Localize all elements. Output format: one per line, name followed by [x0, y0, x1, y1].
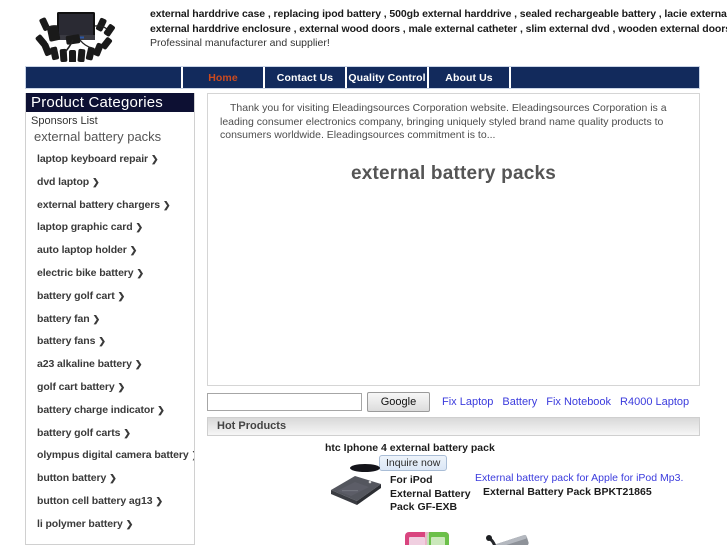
category-label: a23 alkaline battery — [37, 358, 132, 371]
sponsors-list-label: Sponsors List — [31, 115, 98, 127]
chevron-right-icon: ❯ — [123, 427, 131, 438]
sidebar: Product Categories Sponsors List externa… — [25, 93, 195, 545]
logo[interactable] — [0, 0, 150, 62]
site-header: external harddrive case , replacing ipod… — [0, 0, 727, 62]
header-tagline: Professinal manufacturer and supplier! — [150, 37, 330, 49]
sidebar-title: Product Categories — [26, 93, 194, 112]
quick-link-battery[interactable]: Battery — [502, 396, 537, 408]
chevron-right-icon: ❯ — [135, 222, 144, 233]
product-a-name[interactable]: For iPod External Battery Pack GF-EXB — [390, 474, 472, 515]
sidebar-current-category: external battery packs — [34, 129, 162, 144]
chevron-right-icon: ❯ — [136, 267, 145, 278]
sidebar-item-electric-bike-battery[interactable]: electric bike battery ❯ — [26, 262, 194, 285]
main-content: Thank you for visiting Eleadingsources C… — [207, 93, 700, 545]
sidebar-item-dvd-laptop[interactable]: dvd laptop ❯ — [26, 171, 194, 194]
sidebar-item-battery-golf-cart[interactable]: battery golf cart ❯ — [26, 285, 194, 308]
chevron-right-icon: ❯ — [125, 518, 134, 529]
product-thumbnail-packaged-battery-icon[interactable] — [403, 530, 451, 545]
product-b-name[interactable]: External battery pack for Apple for iPod… — [475, 472, 683, 484]
nav-right-filler — [509, 67, 699, 88]
sidebar-item-button-battery[interactable]: button battery ❯ — [26, 467, 194, 490]
keywords-line-1: external harddrive case , replacing ipod… — [150, 8, 727, 20]
nav-left-spacer — [26, 67, 181, 88]
category-label: dvd laptop — [37, 175, 90, 188]
nav-item-contact-us[interactable]: Contact Us — [263, 67, 345, 88]
category-label: battery fan — [37, 312, 90, 325]
search-row: Google Fix Laptop Battery Fix Notebook R… — [207, 391, 700, 413]
chevron-right-icon: ❯ — [155, 495, 163, 506]
category-label: electric bike battery — [37, 266, 134, 279]
category-label: battery golf cart — [37, 289, 115, 302]
chevron-right-icon: ❯ — [151, 154, 159, 164]
category-label: li polymer battery — [37, 517, 123, 530]
category-label: battery fans — [37, 335, 96, 348]
sidebar-item-battery-charge-indicator[interactable]: battery charge indicator ❯ — [26, 399, 194, 422]
category-label: laptop graphic card — [37, 221, 133, 234]
chevron-right-icon: ❯ — [129, 245, 138, 256]
sidebar-item-li-polymer-battery[interactable]: li polymer battery ❯ — [26, 513, 194, 536]
category-list: laptop keyboard repair ❯ dvd laptop ❯ exte… — [26, 148, 194, 544]
product-b-subname[interactable]: External Battery Pack BPKT21865 — [475, 486, 685, 500]
quick-link-fix-laptop[interactable]: Fix Laptop — [442, 396, 493, 408]
category-label: button cell battery ag13 — [37, 494, 153, 507]
google-search-button[interactable]: Google — [367, 392, 430, 412]
intro-text: Thank you for visiting Eleadingsources C… — [220, 102, 667, 141]
sidebar-item-olympus-digital-camera-battery[interactable]: olympus digital camera battery❯ — [26, 444, 194, 467]
category-label: button battery — [37, 472, 107, 485]
chevron-right-icon: ❯ — [109, 473, 117, 484]
quick-link-fix-notebook[interactable]: Fix Notebook — [546, 396, 611, 408]
quick-links: Fix Laptop Battery Fix Notebook R4000 La… — [442, 396, 689, 408]
hot-products-list: htc Iphone 4 external battery pack Inqui… — [207, 436, 700, 545]
header-keywords: external harddrive case , replacing ipod… — [150, 0, 727, 51]
category-label: laptop keyboard repair — [37, 153, 148, 165]
chevron-right-icon: ❯ — [117, 290, 126, 301]
intro-panel: Thank you for visiting Eleadingsources C… — [207, 93, 700, 386]
chevron-right-icon: ❯ — [157, 404, 165, 415]
sidebar-item-truncated[interactable] — [26, 536, 194, 544]
nav-item-home[interactable]: Home — [181, 67, 263, 88]
chevron-right-icon: ❯ — [92, 176, 100, 187]
category-label: golf cart battery — [37, 380, 115, 393]
sidebar-item-external-battery-chargers[interactable]: external battery chargers ❯ — [26, 194, 194, 217]
category-label: olympus digital camera battery — [37, 449, 189, 462]
chevron-right-icon: ❯ — [134, 359, 143, 370]
sidebar-item-battery-fans[interactable]: battery fans ❯ — [26, 330, 194, 353]
sidebar-item-battery-fan[interactable]: battery fan ❯ — [26, 308, 194, 331]
page-root: external harddrive case , replacing ipod… — [0, 0, 727, 545]
search-input[interactable] — [207, 393, 362, 411]
nav-item-about-us[interactable]: About Us — [427, 67, 509, 88]
chevron-right-icon: ❯ — [162, 199, 171, 210]
chevron-right-icon: ❯ — [117, 381, 126, 392]
quick-link-r4000-laptop[interactable]: R4000 Laptop — [620, 396, 689, 408]
sidebar-item-auto-laptop-holder[interactable]: auto laptop holder ❯ — [26, 239, 194, 262]
product-thumbnail-battery-pack-icon[interactable] — [325, 460, 387, 508]
sidebar-item-button-cell-battery-ag13[interactable]: button cell battery ag13 ❯ — [26, 490, 194, 513]
sidebar-item-battery-golf-carts[interactable]: battery golf carts ❯ — [26, 422, 194, 445]
chevron-right-icon: ❯ — [98, 336, 106, 347]
company-logo-icon — [35, 12, 115, 62]
product-headline[interactable]: htc Iphone 4 external battery pack — [325, 442, 495, 454]
inquire-now-button[interactable]: Inquire now — [379, 455, 448, 471]
category-label: battery charge indicator — [37, 403, 155, 416]
main-navigation: Home Contact Us Quality Control About Us — [25, 66, 700, 89]
chevron-right-icon: ❯ — [92, 313, 101, 324]
category-label: auto laptop holder — [37, 244, 127, 257]
keywords-line-2: external harddrive enclosure , external … — [150, 22, 727, 35]
product-thumbnail-cell-battery-icon[interactable] — [483, 532, 539, 545]
nav-item-quality-control[interactable]: Quality Control — [345, 67, 427, 88]
sidebar-item-laptop-keyboard-repair[interactable]: laptop keyboard repair ❯ — [26, 148, 194, 171]
category-label: external battery chargers — [37, 198, 160, 211]
sidebar-item-golf-cart-battery[interactable]: golf cart battery ❯ — [26, 376, 194, 399]
sidebar-item-a23-alkaline-battery[interactable]: a23 alkaline battery ❯ — [26, 353, 194, 376]
page-title: external battery packs — [350, 162, 557, 184]
category-label: battery golf carts — [37, 426, 121, 439]
sidebar-item-laptop-graphic-card[interactable]: laptop graphic card ❯ — [26, 216, 194, 239]
hot-products-header: Hot Products — [207, 417, 700, 436]
product-b-block: External battery pack for Apple for iPod… — [475, 472, 685, 499]
chevron-right-icon: ❯ — [189, 450, 194, 460]
